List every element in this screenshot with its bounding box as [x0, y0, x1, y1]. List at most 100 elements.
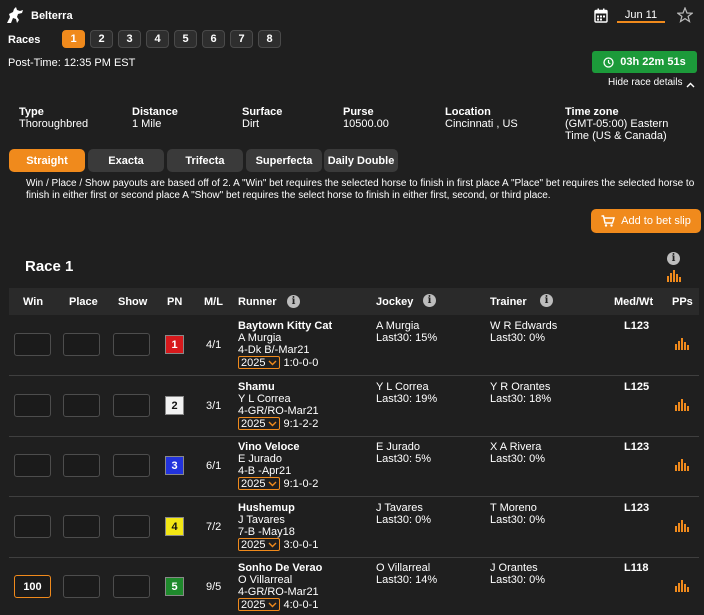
runner-name[interactable]: Baytown Kitty Cat	[238, 320, 332, 332]
jockey-stat: Last30: 15%	[376, 332, 438, 344]
win-input[interactable]	[14, 394, 51, 417]
program-number: 3	[165, 456, 184, 475]
trainer-name: X A Rivera	[490, 441, 542, 453]
year-value: 2025	[241, 538, 266, 551]
race-title: Race 1	[25, 258, 74, 275]
show-input[interactable]	[113, 454, 150, 477]
detail-type-value: Thoroughbred	[19, 118, 89, 130]
hide-details-toggle[interactable]: Hide race details	[608, 77, 695, 88]
runner-rider: E Jurado	[238, 453, 283, 465]
year-select[interactable]: 2025	[238, 417, 281, 430]
trainer-stat: Last30: 0%	[490, 332, 546, 344]
jockey-name: Y L Correa	[376, 381, 429, 393]
year-select[interactable]: 2025	[238, 356, 281, 369]
pps-chart-icon[interactable]	[675, 338, 689, 350]
win-input[interactable]	[14, 454, 51, 477]
detail-surface-value: Dirt	[242, 118, 260, 130]
jockey-stat: Last30: 19%	[376, 393, 438, 405]
pps-chart-icon[interactable]	[675, 399, 689, 411]
favorite-star-icon[interactable]	[676, 6, 694, 23]
show-input[interactable]	[113, 394, 150, 417]
runner-name[interactable]: Hushemup	[238, 502, 295, 514]
med-weight: L118	[624, 562, 649, 574]
place-input[interactable]	[63, 575, 100, 598]
tab-trifecta[interactable]: Trifecta	[167, 149, 243, 172]
runner-rider: J Tavares	[238, 514, 285, 526]
race-button-2[interactable]: 2	[90, 30, 113, 48]
runner-record: 2025 9:1-2-2	[238, 417, 318, 430]
place-input[interactable]	[63, 333, 100, 356]
runner-record: 2025 9:1-0-2	[238, 477, 318, 490]
trainer-info-icon[interactable]: i	[540, 294, 553, 307]
bet-description: Win / Place / Show payouts are based off…	[26, 178, 695, 201]
race-info-icon[interactable]: i	[667, 252, 680, 265]
race-button-5[interactable]: 5	[174, 30, 197, 48]
chevron-down-icon	[268, 421, 277, 426]
place-input[interactable]	[63, 515, 100, 538]
win-input[interactable]	[14, 333, 51, 356]
runner-name[interactable]: Shamu	[238, 381, 275, 393]
win-input[interactable]	[14, 515, 51, 538]
race-pps-chart-icon[interactable]	[667, 270, 681, 282]
race-button-4[interactable]: 4	[146, 30, 169, 48]
date-selector[interactable]: Jun 11	[617, 9, 665, 23]
place-input[interactable]	[63, 394, 100, 417]
record-value: 9:1-2-2	[283, 417, 319, 430]
show-input[interactable]	[113, 333, 150, 356]
morning-line: 6/1	[206, 460, 222, 472]
pps-chart-icon[interactable]	[675, 520, 689, 532]
runner-info-icon[interactable]: i	[287, 295, 300, 308]
race-button-8[interactable]: 8	[258, 30, 281, 48]
detail-timezone-value: (GMT-05:00) Eastern Time (US & Canada)	[565, 118, 669, 142]
detail-purse-value: 10500.00	[343, 118, 389, 130]
tab-superfecta[interactable]: Superfecta	[246, 149, 322, 172]
win-input[interactable]: 100	[14, 575, 51, 598]
race-button-3[interactable]: 3	[118, 30, 141, 48]
hide-details-label: Hide race details	[608, 77, 683, 88]
tab-exacta[interactable]: Exacta	[88, 149, 164, 172]
trainer-stat: Last30: 0%	[490, 453, 546, 465]
tab-daily-double[interactable]: Daily Double	[324, 149, 398, 172]
col-ml: M/L	[204, 296, 223, 308]
show-input[interactable]	[113, 575, 150, 598]
record-value: 3:0-0-1	[283, 538, 319, 551]
race-button-1[interactable]: 1	[62, 30, 85, 48]
place-input[interactable]	[63, 454, 100, 477]
jockey-stat: Last30: 5%	[376, 453, 432, 465]
jockey-info-icon[interactable]: i	[423, 294, 436, 307]
runner-info: 7-B -May18	[238, 526, 295, 538]
runner-info: 4-Dk B/-Mar21	[238, 344, 310, 356]
morning-line: 7/2	[206, 521, 222, 533]
date-label: Jun 11	[624, 9, 658, 21]
track-name: Belterra	[31, 10, 73, 22]
record-value: 1:0-0-0	[283, 356, 319, 369]
col-jockey: Jockey	[376, 296, 414, 308]
runners-table-header	[9, 288, 699, 315]
race-button-6[interactable]: 6	[202, 30, 225, 48]
pps-chart-icon[interactable]	[675, 580, 689, 592]
runner-info: 4-GR/RO-Mar21	[238, 405, 319, 417]
runner-name[interactable]: Vino Veloce	[238, 441, 300, 453]
add-to-bet-slip-button[interactable]: Add to bet slip	[591, 209, 701, 233]
detail-timezone-label: Time zone	[565, 106, 619, 118]
year-select[interactable]: 2025	[238, 538, 281, 551]
morning-line: 4/1	[206, 339, 222, 351]
trainer-name: W R Edwards	[490, 320, 558, 332]
year-select[interactable]: 2025	[238, 477, 281, 490]
year-value: 2025	[241, 598, 266, 611]
jockey-name: J Tavares	[376, 502, 423, 514]
pps-chart-icon[interactable]	[675, 459, 689, 471]
race-button-7[interactable]: 7	[230, 30, 253, 48]
chevron-down-icon	[268, 360, 277, 365]
year-select[interactable]: 2025	[238, 598, 281, 611]
show-input[interactable]	[113, 515, 150, 538]
col-runner: Runner	[238, 296, 277, 308]
col-trainer: Trainer	[490, 296, 527, 308]
tab-straight[interactable]: Straight	[9, 149, 85, 172]
jockey-name: E Jurado	[376, 441, 421, 453]
calendar-icon[interactable]	[594, 8, 608, 23]
trainer-stat: Last30: 18%	[490, 393, 552, 405]
runner-name[interactable]: Sonho De Verao	[238, 562, 322, 574]
detail-location-value: Cincinnati , US	[445, 118, 518, 130]
detail-location-label: Location	[445, 106, 491, 118]
